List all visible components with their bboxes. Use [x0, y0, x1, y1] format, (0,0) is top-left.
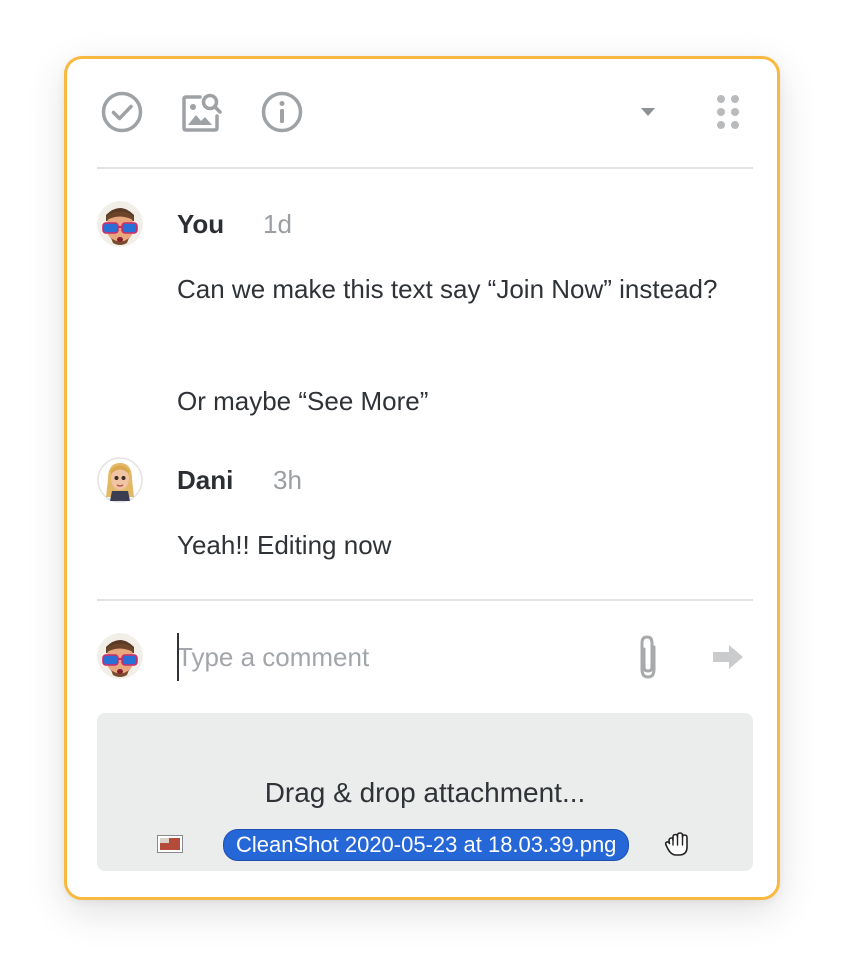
- comment-input[interactable]: [177, 631, 617, 683]
- comment-text: Or maybe “See More”: [177, 386, 429, 416]
- send-arrow-icon[interactable]: [711, 643, 745, 671]
- comment-time: 1d: [263, 209, 292, 239]
- comment-author: You: [177, 209, 225, 239]
- comment-panel: You 1d Can we make this text say “Join N…: [64, 56, 780, 900]
- comment-text: Can we make this text say “Join Now” ins…: [177, 274, 718, 304]
- image-search-icon[interactable]: [179, 89, 225, 135]
- comment-time: 3h: [273, 465, 302, 495]
- dragged-file-name[interactable]: CleanShot 2020-05-23 at 18.03.39.png: [223, 829, 630, 861]
- avatar: [97, 457, 143, 503]
- paperclip-icon[interactable]: [633, 633, 663, 681]
- comment-author: Dani: [177, 465, 234, 495]
- dropzone-label: Drag & drop attachment...: [264, 777, 586, 808]
- text-caret: [177, 633, 179, 681]
- attachment-dropzone[interactable]: Drag & drop attachment... CleanShot 2020…: [97, 713, 753, 871]
- compose-divider: [97, 599, 753, 601]
- avatar: [97, 201, 143, 247]
- avatar: [97, 633, 143, 679]
- file-thumbnail-icon: [157, 835, 183, 853]
- comment-text: Yeah!! Editing now: [177, 530, 392, 560]
- grab-hand-cursor-icon: [663, 829, 693, 859]
- caret-down-icon[interactable]: [625, 89, 671, 135]
- toolbar-divider: [97, 167, 753, 169]
- drag-handle-icon[interactable]: [705, 89, 751, 135]
- info-icon[interactable]: [259, 89, 305, 135]
- check-circle-icon[interactable]: [99, 89, 145, 135]
